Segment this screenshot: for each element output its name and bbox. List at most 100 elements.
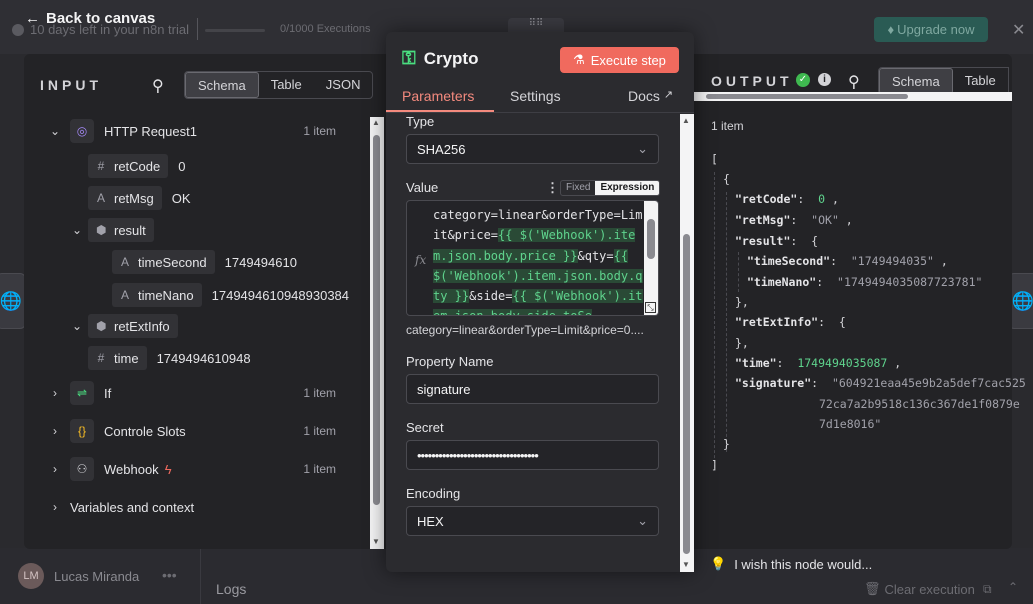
chevron-right-icon: › [53,500,57,514]
chevron-down-icon: ⌄ [71,223,83,237]
tab-divider [386,112,694,113]
json-output: [ { "retCode": 0 , "retMsg": "OK" , "res… [711,152,1026,472]
tree-node-http-request[interactable]: ⌄ ◎ HTTP Request1 1 item [48,118,368,144]
object-type-icon: ⬢ [96,223,107,237]
schema-field-retmsg[interactable]: AretMsg OK [88,185,191,211]
clear-execution-button[interactable]: 🗑 Clear execution [864,581,975,597]
expression-result-preview: category=linear&orderType=Limit&price=0.… [406,323,644,337]
tab-json[interactable]: JSON [314,72,373,98]
scroll-up-icon[interactable]: ▲ [372,118,380,127]
schema-field-result[interactable]: ⌄ ⬢ result [70,217,154,243]
property-name-label: Property Name [406,354,494,369]
expression-text[interactable]: category=linear&orderType=Limit&price={{… [433,205,647,315]
logs-label[interactable]: Logs [216,581,246,597]
node-title: ⚿ Crypto [402,48,479,68]
tree-node-if[interactable]: › ⇌ If 1 item [48,380,368,406]
string-type-icon: A [120,288,129,302]
tab-schema[interactable]: Schema [185,72,259,98]
lightbulb-icon: 💡 [710,556,727,571]
tree-node-webhook[interactable]: › ⚇ Webhook ϟ 1 item [48,456,368,482]
diamond-icon: ♦ [887,22,895,37]
webhook-icon: ⚇ [70,457,94,481]
schema-field-time[interactable]: # time 1749494610948 [88,345,251,371]
info-icon[interactable]: i [818,73,831,86]
scroll-down-icon[interactable]: ▼ [682,560,690,569]
external-link-icon: ↗ [663,89,674,101]
number-type-icon: # [97,351,105,365]
value-label: Value [406,180,439,195]
item-count: 1 item [711,119,744,133]
chevron-right-icon: › [53,462,57,476]
active-tab-indicator [386,110,494,112]
input-title: INPUT [40,77,102,93]
close-icon[interactable]: ✕ [1012,20,1025,40]
string-type-icon: A [120,255,129,269]
trash-icon: 🗑 [864,581,881,596]
fixed-expression-toggle: Fixed Expression [560,180,661,196]
tree-node-controle-slots[interactable]: › {} Controle Slots 1 item [48,418,368,444]
tab-table[interactable]: Table [953,68,1008,94]
expression-scrollbar-thumb[interactable] [647,219,655,259]
search-icon[interactable]: ⚲ [152,76,164,96]
info-icon [12,23,24,36]
arrow-left-icon: ← [25,10,40,27]
schema-field-timesecond[interactable]: AtimeSecond 1749494610 [112,249,297,275]
scroll-down-icon[interactable]: ▼ [372,537,380,546]
executions-progress [205,29,265,32]
input-view-tabs: Schema Table JSON [184,71,374,99]
modal-scrollbar-thumb[interactable] [683,234,690,554]
code-braces-icon: {} [70,419,94,443]
output-title: OUTPUT [711,73,793,89]
avatar[interactable]: LM [18,563,44,589]
secret-label: Secret [406,420,444,435]
string-type-icon: A [96,191,105,205]
chevron-right-icon: › [53,424,57,438]
property-name-input[interactable]: signature [406,374,659,404]
expand-icon[interactable]: ⤡ [645,302,656,313]
more-options-icon[interactable]: ••• [162,567,177,583]
output-horizontal-scrollbar-thumb[interactable] [706,94,908,99]
if-icon: ⇌ [70,381,94,405]
expression-option[interactable]: Expression [595,181,660,195]
fixed-option[interactable]: Fixed [561,181,595,195]
feedback-prompt[interactable]: 💡 I wish this node would... [710,556,872,572]
fx-icon: fx [415,253,427,267]
chevron-down-icon: ⌄ [49,124,61,138]
tab-schema[interactable]: Schema [879,68,953,94]
back-to-canvas-link[interactable]: ← Back to canvas [25,10,155,27]
value-expression-editor[interactable]: fx category=linear&orderType=Limit&price… [406,200,659,316]
chevron-up-icon[interactable]: ⌃ [1008,580,1018,594]
execute-step-button[interactable]: ⚗ Execute step [560,47,679,73]
encoding-label: Encoding [406,486,461,501]
tree-node-variables[interactable]: › Variables and context [48,494,194,520]
tab-table[interactable]: Table [259,72,314,98]
schema-field-retextinfo[interactable]: ⌄ ⬢ retExtInfo [70,313,178,339]
chevron-down-icon: ⌄ [637,141,648,156]
chevron-right-icon: › [53,386,57,400]
divider [197,18,198,40]
input-scrollbar-thumb[interactable] [373,135,380,505]
secret-input[interactable]: •••••••••••••••••••••••••••••••••• [406,440,659,470]
encoding-select[interactable]: HEX ⌄ [406,506,659,536]
key-icon: ⚿ [402,48,416,68]
chevron-down-icon: ⌄ [637,513,648,528]
tab-docs[interactable]: Docs ↗ [628,88,673,104]
drag-handle[interactable]: ⠿⠿ [508,18,564,32]
globe-icon[interactable]: 🌐 [0,273,26,329]
search-icon[interactable]: ⚲ [848,72,860,92]
divider [200,548,201,604]
tab-parameters[interactable]: Parameters [402,88,474,104]
number-type-icon: # [97,159,105,173]
flask-icon: ⚗ [573,52,585,67]
schema-field-retcode[interactable]: # retCode 0 [88,153,185,179]
user-name: Lucas Miranda [54,569,140,584]
popout-icon[interactable]: ⧉ [983,582,992,597]
scroll-up-icon[interactable]: ▲ [682,116,690,125]
upgrade-button[interactable]: ♦ Upgrade now [874,17,988,42]
type-select[interactable]: SHA256 ⌄ [406,134,659,164]
more-options-icon[interactable]: ⋮ [546,180,559,196]
output-view-tabs: Schema Table [878,67,1009,95]
schema-field-timenano[interactable]: AtimeNano 1749494610948930384 [112,282,349,308]
tab-settings[interactable]: Settings [510,88,561,104]
lightning-icon: ϟ [164,461,172,477]
